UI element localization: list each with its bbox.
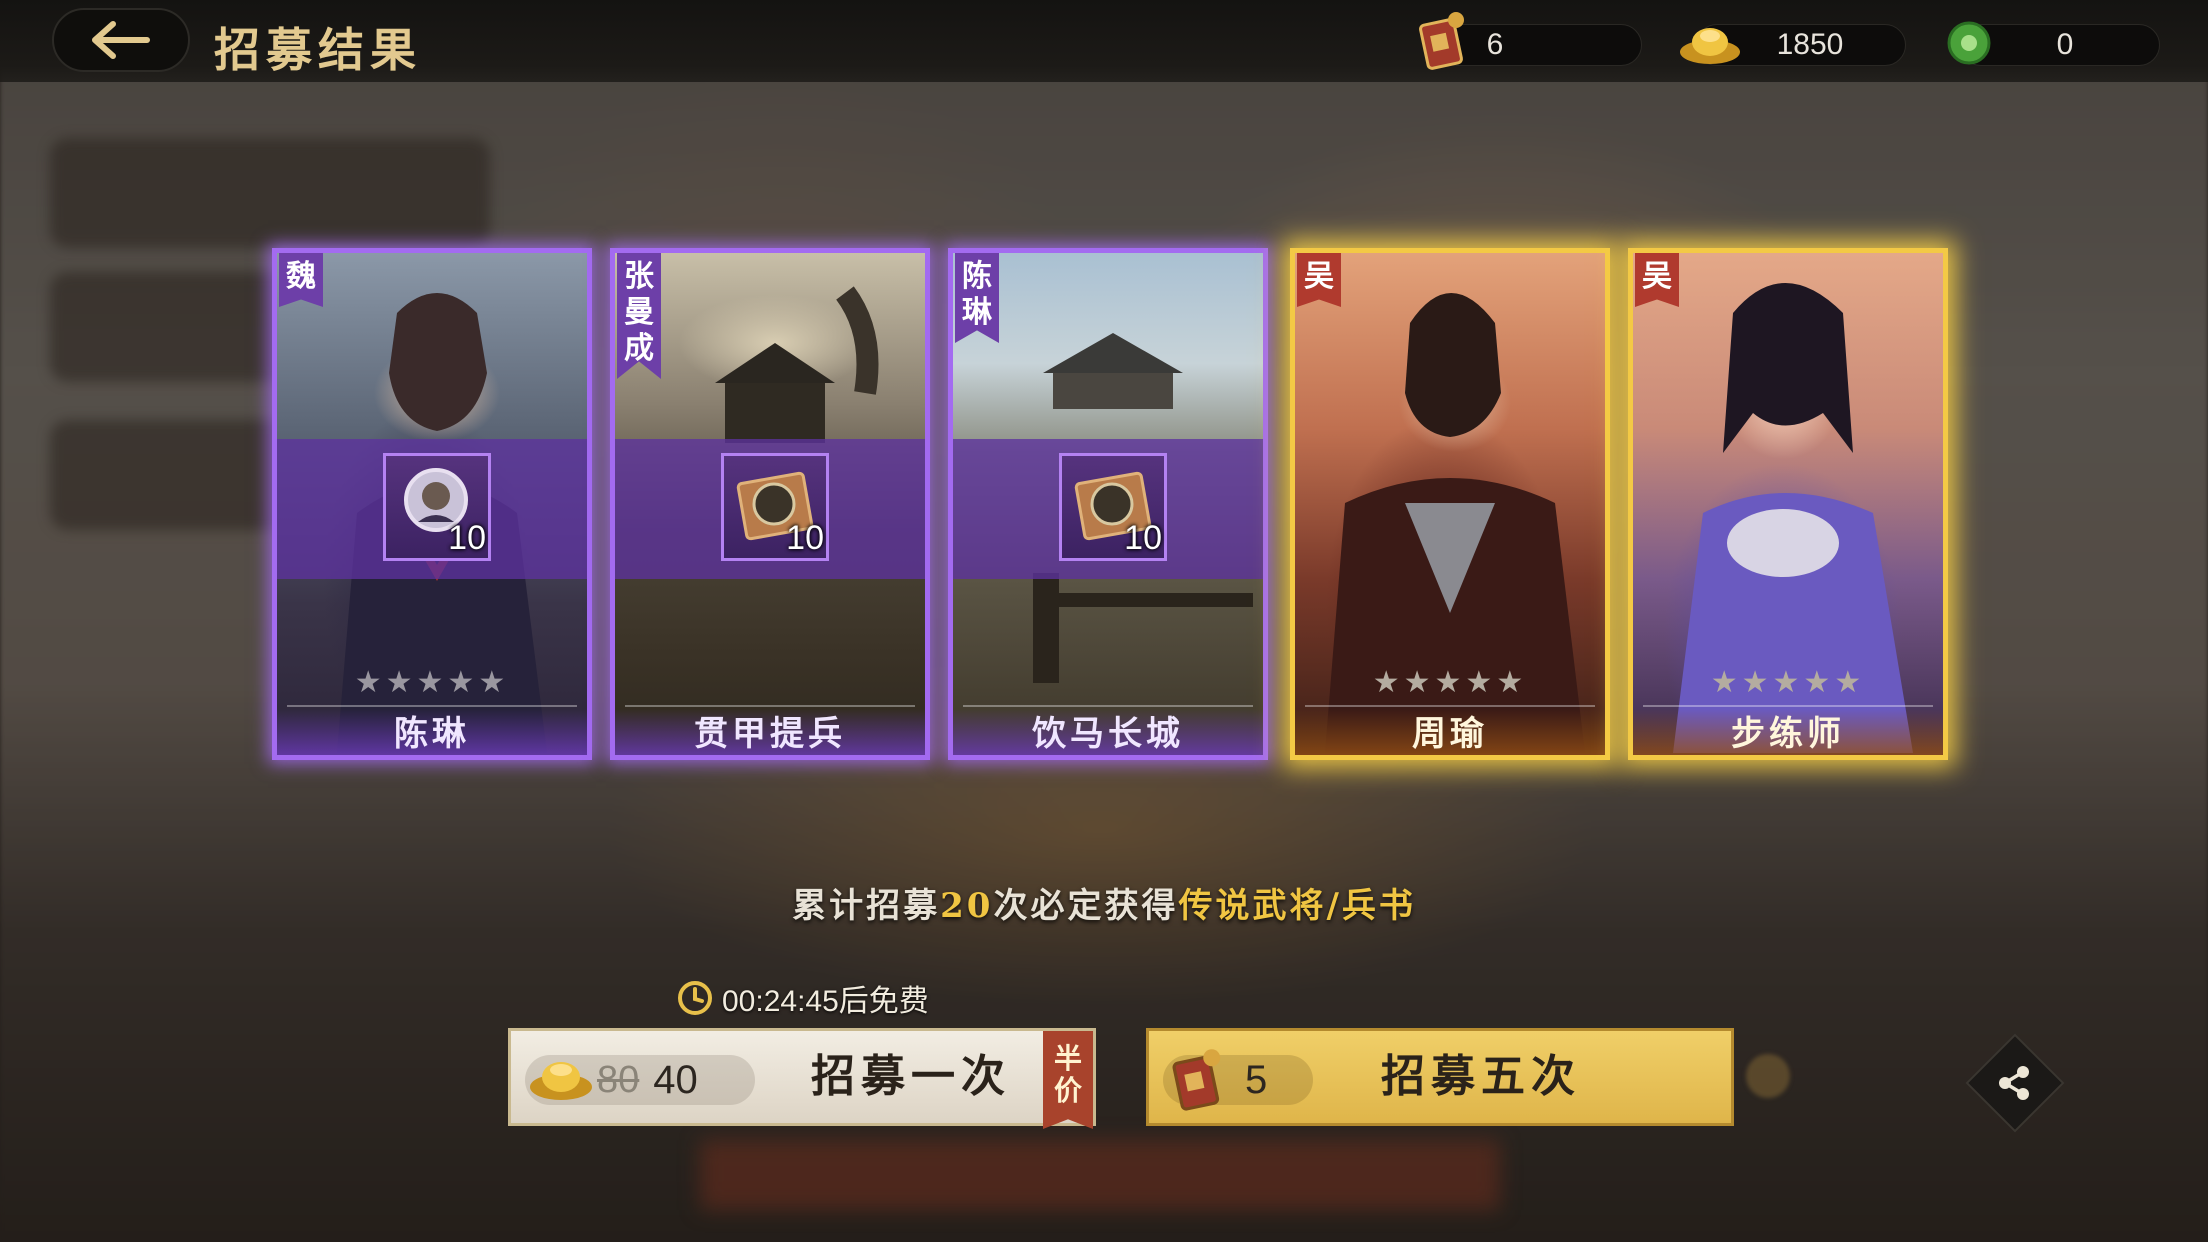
star-rating: ★★★★★	[1372, 665, 1528, 700]
item-count: 10	[786, 519, 824, 557]
cost-display: 5	[1163, 1049, 1313, 1111]
divider	[963, 705, 1253, 707]
gold-ingot-icon	[1680, 28, 1740, 64]
page-title: 招募结果	[214, 23, 422, 77]
background-banner	[700, 1140, 1500, 1210]
card-name: 贯甲提兵	[615, 709, 925, 755]
faction-badge: 魏	[279, 253, 323, 307]
divider	[625, 705, 915, 707]
timer-text: 00:24:45后免费	[722, 985, 929, 1018]
faction-badge: 张曼成	[617, 253, 661, 379]
faction-badge: 陈琳	[955, 253, 999, 343]
hero-shard-item[interactable]: 10	[383, 453, 491, 561]
pity-guarantee-text: 累计招募20次必定获得传说武将/兵书	[0, 878, 2208, 927]
share-icon	[1999, 1066, 2029, 1100]
divider	[287, 705, 577, 707]
back-arrow-icon	[92, 21, 150, 59]
result-card-guanjiatibing[interactable]: 10 张曼成 贯甲提兵	[610, 248, 930, 760]
back-button[interactable]	[52, 8, 190, 72]
result-card-chenlin[interactable]: 10 魏 ★★★★★ 陈琳	[272, 248, 592, 760]
recruit-token-icon	[1172, 1049, 1221, 1111]
recruit-once-button[interactable]: 80 40 招募一次 半价	[508, 1028, 1096, 1129]
recruit-once-label: 招募一次	[811, 1051, 1011, 1102]
background-coin	[1746, 1054, 1790, 1098]
result-card-zhouyu[interactable]: 吴 ★★★★★ 周瑜	[1290, 248, 1610, 760]
original-cost: 80	[597, 1058, 640, 1101]
guarantee-reward: 传说武将/兵书	[1178, 886, 1416, 926]
guarantee-middle: 次必定获得	[993, 886, 1179, 926]
result-card-yinmachangcheng[interactable]: 10 陈琳 饮马长城	[948, 248, 1268, 760]
recruit-five-label: 招募五次	[1381, 1051, 1581, 1102]
war-book-item[interactable]: 10	[721, 453, 829, 561]
faction-badge: 吴	[1635, 253, 1679, 307]
jade-value: 0	[2056, 28, 2074, 61]
gold-ingot-icon	[530, 1062, 592, 1100]
divider	[1643, 705, 1933, 707]
divider	[1305, 705, 1595, 707]
item-count: 10	[1124, 519, 1162, 557]
recruit-five-button[interactable]: 5 招募五次	[1146, 1028, 1734, 1126]
discounted-cost: 40	[653, 1057, 698, 1102]
clock-icon	[678, 981, 712, 1015]
gold-value: 1850	[1776, 28, 1844, 61]
recruit-token-icon	[1419, 12, 1464, 70]
jade-coin-icon	[1947, 21, 1991, 65]
top-bar: 招募结果 6 1850 0	[0, 0, 2208, 82]
card-name: 步练师	[1633, 709, 1943, 755]
free-timer: 00:24:45后免费	[676, 978, 929, 1018]
recruit-token-value: 6	[1486, 28, 1504, 61]
background-panel	[50, 138, 490, 248]
war-book-item[interactable]: 10	[1059, 453, 1167, 561]
token-cost: 5	[1245, 1057, 1268, 1102]
star-rating: ★★★★★	[354, 665, 510, 700]
cost-display: 80 40	[525, 1055, 755, 1105]
card-name: 陈琳	[277, 709, 587, 755]
half-price-tag: 半价	[1043, 1031, 1093, 1129]
card-name: 周瑜	[1295, 709, 1605, 755]
result-card-bulianshi[interactable]: 吴 ★★★★★ 步练师	[1628, 248, 1948, 760]
guarantee-prefix: 累计招募	[792, 886, 941, 926]
guarantee-count: 20	[940, 886, 994, 926]
star-rating: ★★★★★	[1710, 665, 1866, 700]
item-count: 10	[448, 519, 486, 557]
faction-badge: 吴	[1297, 253, 1341, 307]
card-name: 饮马长城	[953, 709, 1263, 755]
